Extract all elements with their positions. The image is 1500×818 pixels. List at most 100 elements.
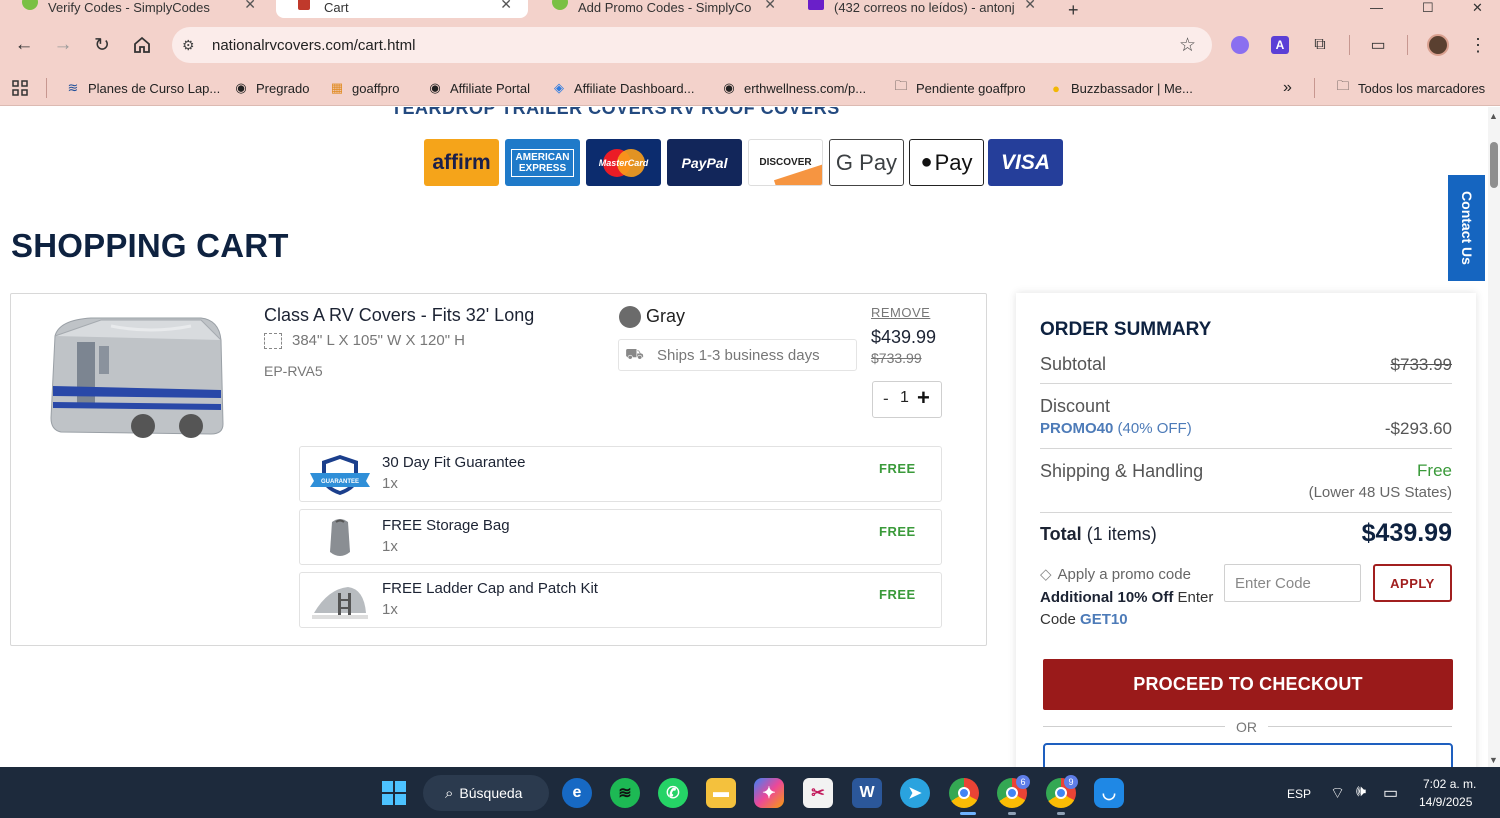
reload-icon[interactable]: ↻ — [89, 32, 115, 58]
scroll-down-arrow-icon[interactable]: ▼ — [1489, 755, 1498, 765]
ladder-cap-kit-icon — [308, 579, 372, 623]
promo-code-input[interactable] — [1224, 564, 1361, 602]
taskbar-search[interactable]: ⌕ Búsqueda — [423, 775, 549, 811]
bookmark-pregrado[interactable]: ◉ Pregrado — [232, 77, 309, 99]
address-bar[interactable]: ⚙ nationalrvcovers.com/cart.html ☆ — [172, 27, 1212, 63]
bookmark-star-icon[interactable]: ☆ — [1179, 34, 1196, 57]
word-icon[interactable]: W — [852, 778, 882, 808]
url-text[interactable]: nationalrvcovers.com/cart.html — [212, 37, 415, 54]
battery-icon[interactable]: ▭ — [1383, 783, 1398, 803]
home-icon[interactable] — [129, 32, 155, 58]
snipping-tool-icon[interactable]: ✂ — [803, 778, 833, 808]
or-divider-left — [1043, 726, 1225, 727]
shipping-value: Free — [1417, 461, 1452, 480]
tab-add-promo-codes[interactable]: Add Promo Codes - SimplyCo ✕ — [530, 0, 792, 18]
contact-us-tab[interactable]: Contact Us — [1448, 175, 1485, 281]
notification-badge: 6 — [1016, 775, 1030, 789]
bookmark-goaffpro[interactable]: ▦ goaffpro — [328, 77, 400, 99]
gift-item-ladder-cap-kit: FREE Ladder Cap and Patch Kit 1x FREE — [299, 572, 942, 628]
product-name[interactable]: Class A RV Covers - Fits 32' Long — [264, 305, 534, 326]
extension-swirl-icon[interactable] — [1228, 33, 1252, 57]
browser-menu-icon[interactable]: ⋮ — [1466, 33, 1490, 57]
paypal-checkout-button[interactable] — [1043, 743, 1453, 767]
nav-teardrop-trailer-covers[interactable]: TEARDROP TRAILER COVERS — [391, 107, 667, 119]
volume-icon[interactable]: 🕪 — [1356, 783, 1366, 801]
bookmark-planes-de-curso[interactable]: ≋ Planes de Curso Lap... — [64, 77, 221, 99]
new-tab-button[interactable]: + — [1060, 0, 1090, 18]
tab-mail[interactable]: (432 correos no leídos) - antonj ✕ — [786, 0, 1052, 18]
search-icon: ⌕ — [445, 784, 454, 802]
whatsapp-icon[interactable]: ✆ — [658, 778, 688, 808]
bookmark-erthwellness[interactable]: ◉ erthwellness.com/p... — [720, 77, 866, 99]
clock-time[interactable]: 7:02 a. m. — [1423, 777, 1476, 791]
all-bookmarks-folder[interactable]: 🗀 Todos los marcadores — [1334, 77, 1485, 99]
globe-icon: ◉ — [235, 80, 247, 95]
bookmark-affiliate-dashboard[interactable]: ◈ Affiliate Dashboard... — [550, 77, 694, 99]
proceed-to-checkout-button[interactable]: PROCEED TO CHECKOUT — [1043, 659, 1453, 710]
visa-logo: VISA — [988, 139, 1063, 186]
gift-price: FREE — [879, 587, 916, 602]
bookmark-buzzbassador[interactable]: ● Buzzbassador | Me... — [1047, 77, 1193, 99]
cast-icon[interactable]: ▭ — [1366, 33, 1390, 57]
shipping-note: (Lower 48 US States) — [1308, 484, 1452, 501]
product-dimensions: 384" L X 105" W X 120" H — [264, 332, 465, 349]
copilot-icon[interactable]: ✦ — [754, 778, 784, 808]
mail-icon — [808, 0, 824, 10]
close-tab-icon[interactable]: ✕ — [244, 0, 256, 13]
security-shield-icon[interactable]: ◡ — [1094, 778, 1124, 808]
windows-start-icon[interactable] — [379, 778, 409, 808]
close-tab-icon[interactable]: ✕ — [764, 0, 776, 13]
scrollbar-thumb[interactable] — [1490, 142, 1498, 188]
back-icon[interactable]: ← — [11, 32, 37, 58]
page-scrollbar[interactable]: ▲ ▼ — [1488, 107, 1500, 767]
clock-date[interactable]: 14/9/2025 — [1419, 795, 1472, 809]
gpay-text: G Pay — [835, 149, 898, 175]
bookmarks-divider — [1314, 78, 1315, 98]
apply-promo-button[interactable]: APPLY — [1373, 564, 1452, 602]
increase-quantity-button[interactable]: + — [917, 385, 930, 411]
buzzbassador-icon: ● — [1052, 80, 1060, 96]
bookmark-label: Affiliate Dashboard... — [574, 80, 695, 96]
apple-pay-logo: ● Pay — [909, 139, 984, 186]
bookmarks-overflow-button[interactable]: » — [1283, 77, 1292, 99]
tab-cart[interactable]: Cart ✕ — [276, 0, 528, 18]
edge-icon[interactable]: e — [562, 778, 592, 808]
applied-promo-code: PROMO40 (40% OFF) — [1040, 420, 1192, 437]
tab-verify-codes[interactable]: Verify Codes - SimplyCodes ✕ — [0, 0, 272, 18]
simplycodes-icon — [22, 0, 38, 10]
spotify-icon[interactable]: ≋ — [610, 778, 640, 808]
profile-avatar[interactable] — [1426, 33, 1450, 57]
language-indicator[interactable]: ESP — [1287, 787, 1311, 801]
extensions-puzzle-icon[interactable]: ⧉ — [1308, 33, 1332, 57]
rv-cover-product-image[interactable] — [41, 306, 231, 446]
color-swatch-gray — [619, 306, 641, 328]
minimize-button[interactable]: — — [1360, 0, 1400, 18]
close-tab-icon[interactable]: ✕ — [1024, 0, 1036, 13]
windows-taskbar: ⌕ Búsqueda e ≋ ✆ ▬ ✦ ✂ W ➤ 6 9 ◡ ESP ⌔ 🕪… — [0, 767, 1500, 818]
extension-a-icon[interactable]: A — [1268, 33, 1292, 57]
goaffpro-icon: ▦ — [330, 80, 344, 95]
scroll-up-arrow-icon[interactable]: ▲ — [1489, 111, 1498, 121]
remove-item-link[interactable]: REMOVE — [871, 305, 930, 320]
forward-icon[interactable]: → — [50, 32, 76, 58]
decrease-quantity-button[interactable]: - — [883, 389, 889, 409]
close-tab-icon[interactable]: ✕ — [500, 0, 512, 13]
apple-pay-text: Pay — [934, 149, 973, 175]
wifi-icon[interactable]: ⌔ — [1330, 783, 1345, 803]
quantity-value[interactable]: 1 — [900, 389, 909, 407]
google-pay-logo: G Pay — [829, 139, 904, 186]
maximize-button[interactable]: ☐ — [1412, 0, 1452, 18]
ships-text: Ships 1-3 business days — [657, 346, 820, 364]
chrome-profile-1-icon[interactable] — [949, 778, 979, 808]
shipping-time-badge: ⛟ Ships 1-3 business days — [618, 339, 857, 371]
apps-grid-icon[interactable] — [12, 77, 28, 99]
nav-rv-roof-covers[interactable]: RV ROOF COVERS — [670, 107, 840, 119]
close-window-button[interactable]: ✕ — [1462, 0, 1500, 18]
telegram-icon[interactable]: ➤ — [900, 778, 930, 808]
site-settings-icon[interactable]: ⚙ — [182, 37, 195, 54]
bookmark-affiliate-portal[interactable]: ◉ Affiliate Portal — [426, 77, 530, 99]
file-explorer-icon[interactable]: ▬ — [706, 778, 736, 808]
bookmark-pendiente-goaffpro[interactable]: 🗀 Pendiente goaffpro — [892, 77, 1025, 99]
apple-icon: ● — [920, 151, 933, 173]
tab-label: Cart — [324, 0, 349, 15]
